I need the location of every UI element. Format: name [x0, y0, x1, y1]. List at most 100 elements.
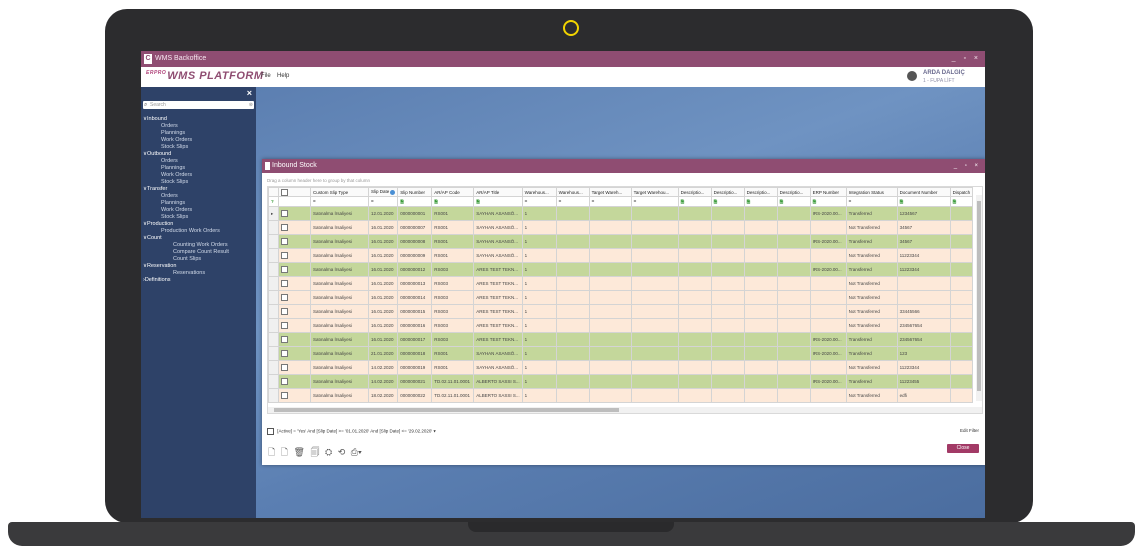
- sidebar-item[interactable]: Plannings: [141, 130, 256, 137]
- column-header[interactable]: Dispatch: [949, 187, 974, 197]
- column-header[interactable]: Warehous...: [555, 187, 590, 197]
- row-checkbox[interactable]: [281, 364, 288, 371]
- table-row[interactable]: Satınalma İrsaliyesi 16.01.2020 0000000008…: [268, 234, 974, 249]
- sidebar-item[interactable]: Compare Count Result: [141, 249, 256, 256]
- close-button[interactable]: Close: [947, 444, 979, 453]
- delete-icon[interactable]: 🗑: [294, 447, 305, 457]
- settings-icon[interactable]: ⛭: [325, 447, 332, 457]
- column-header[interactable]: Descriptio...: [776, 187, 811, 197]
- table-row[interactable]: Satınalma İrsaliyesi 21.01.2020 0000000018…: [268, 346, 974, 361]
- column-header[interactable]: Target Warehou...: [630, 187, 679, 197]
- column-header[interactable]: Slip Number: [397, 187, 433, 197]
- row-checkbox[interactable]: [281, 322, 288, 329]
- row-checkbox[interactable]: [281, 252, 288, 259]
- row-select-cell[interactable]: [278, 276, 311, 291]
- user-avatar-icon[interactable]: [907, 71, 917, 81]
- table-row[interactable]: Satınalma İrsaliyesi 14.02.2020 0000000021…: [268, 374, 974, 389]
- sidebar-item[interactable]: Count Slips: [141, 256, 256, 263]
- sidebar-item[interactable]: Plannings: [141, 165, 256, 172]
- row-checkbox[interactable]: [281, 266, 288, 273]
- filter-cell[interactable]: 🗎: [431, 196, 475, 207]
- column-header[interactable]: AR/AP Title: [473, 187, 523, 197]
- column-header[interactable]: Slip Date: [367, 187, 399, 197]
- row-select-cell[interactable]: [278, 234, 311, 249]
- filter-cell[interactable]: 🗎: [896, 196, 951, 207]
- filter-cell[interactable]: =: [630, 196, 679, 207]
- row-checkbox[interactable]: [281, 238, 288, 245]
- edit-document-icon[interactable]: 🗋: [281, 447, 288, 457]
- row-select-cell[interactable]: [278, 304, 311, 319]
- select-all-checkbox[interactable]: [281, 188, 288, 196]
- table-row[interactable]: Satınalma İrsaliyesi 16.01.2020 0000000013…: [268, 276, 974, 291]
- column-header[interactable]: Integration Status: [845, 187, 898, 197]
- table-row[interactable]: Satınalma İrsaliyesi 16.01.2020 0000000017…: [268, 332, 974, 347]
- filter-cell[interactable]: ?: [268, 196, 279, 207]
- menu-help[interactable]: Help: [277, 73, 289, 79]
- column-header[interactable]: [268, 187, 279, 197]
- row-select-cell[interactable]: [278, 388, 311, 403]
- row-checkbox[interactable]: [281, 392, 288, 399]
- sidebar-group[interactable]: ›Definitions: [141, 277, 256, 284]
- row-checkbox[interactable]: [281, 210, 288, 217]
- sidebar-item[interactable]: Stock Slips: [141, 144, 256, 151]
- sidebar-group[interactable]: ∨Outbound: [141, 151, 256, 158]
- column-header[interactable]: AR/AP Code: [431, 187, 475, 197]
- column-header[interactable]: Target Wareh...: [588, 187, 632, 197]
- row-select-cell[interactable]: [278, 374, 311, 389]
- filter-cell[interactable]: =: [555, 196, 590, 207]
- table-row[interactable]: Satınalma İrsaliyesi 16.01.2020 0000000016…: [268, 318, 974, 333]
- sidebar-item[interactable]: Counting Work Orders: [141, 242, 256, 249]
- column-header[interactable]: Descriptio...: [743, 187, 778, 197]
- filter-expression[interactable]: [Active] = 'Yes' And [Slip Date] >= '01.…: [277, 429, 432, 434]
- sidebar-item[interactable]: Orders: [141, 158, 256, 165]
- sidebar-item[interactable]: Plannings: [141, 200, 256, 207]
- table-row[interactable]: Satınalma İrsaliyesi 16.01.2020 0000000014…: [268, 290, 974, 305]
- table-row[interactable]: Satınalma İrsaliyesi 16.01.2020 0000000007…: [268, 220, 974, 235]
- column-filter-icon[interactable]: [390, 189, 396, 195]
- filter-dropdown-icon[interactable]: ▾: [434, 429, 436, 434]
- inbound-window-controls[interactable]: _ ▫ ×: [954, 159, 981, 173]
- sidebar-item[interactable]: Work Orders: [141, 172, 256, 179]
- column-header[interactable]: Document Number: [896, 187, 951, 197]
- column-header[interactable]: ERP Number: [809, 187, 847, 197]
- table-row[interactable]: Satınalma İrsaliyesi 14.02.2020 0000000019…: [268, 360, 974, 375]
- sidebar-group[interactable]: ∨Count: [141, 235, 256, 242]
- filter-enable-checkbox[interactable]: [267, 428, 274, 435]
- sidebar-item[interactable]: Work Orders: [141, 137, 256, 144]
- table-row[interactable]: ▸ Satınalma İrsaliyesi 12.01.2020 000000000…: [268, 206, 974, 221]
- search-clear-icon[interactable]: ⊗: [249, 101, 253, 109]
- row-checkbox[interactable]: [281, 308, 288, 315]
- row-select-cell[interactable]: [278, 290, 311, 305]
- row-checkbox[interactable]: [281, 336, 288, 343]
- sidebar-item[interactable]: Orders: [141, 193, 256, 200]
- row-checkbox[interactable]: [281, 294, 288, 301]
- row-select-cell[interactable]: [278, 220, 311, 235]
- row-select-cell[interactable]: [278, 360, 311, 375]
- edit-filter-link[interactable]: Edit Filter: [960, 428, 979, 433]
- filter-cell[interactable]: 🗎: [949, 196, 974, 207]
- row-select-cell[interactable]: [278, 318, 311, 333]
- row-select-cell[interactable]: [278, 346, 311, 361]
- sidebar-item[interactable]: Orders: [141, 123, 256, 130]
- filter-cell[interactable]: 🗎: [397, 196, 433, 207]
- column-header[interactable]: Warehous...: [521, 187, 557, 197]
- filter-cell[interactable]: =: [845, 196, 898, 207]
- filter-cell[interactable]: =: [588, 196, 632, 207]
- sidebar-group[interactable]: ∨Transfer: [141, 186, 256, 193]
- filter-cell[interactable]: =: [521, 196, 557, 207]
- row-select-cell[interactable]: [278, 262, 311, 277]
- filter-cell[interactable]: 🗎: [710, 196, 745, 207]
- table-row[interactable]: Satınalma İrsaliyesi 16.01.2020 0000000015…: [268, 304, 974, 319]
- grid-horizontal-scrollbar[interactable]: [268, 407, 982, 413]
- sidebar-item[interactable]: Reservations: [141, 270, 256, 277]
- sidebar-group[interactable]: ∨Production: [141, 221, 256, 228]
- sidebar-close-icon[interactable]: ×: [247, 88, 252, 98]
- filter-cell[interactable]: 🗎: [776, 196, 811, 207]
- sidebar-group[interactable]: ∨Inbound: [141, 116, 256, 123]
- table-row[interactable]: Satınalma İrsaliyesi 16.01.2020 0000000009…: [268, 248, 974, 263]
- filter-cell[interactable]: 🗎: [677, 196, 712, 207]
- window-controls[interactable]: _ ▫ ×: [952, 51, 981, 67]
- filter-cell[interactable]: =: [367, 196, 399, 207]
- filter-cell[interactable]: =: [310, 196, 369, 207]
- new-document-icon[interactable]: 🗋: [268, 447, 275, 457]
